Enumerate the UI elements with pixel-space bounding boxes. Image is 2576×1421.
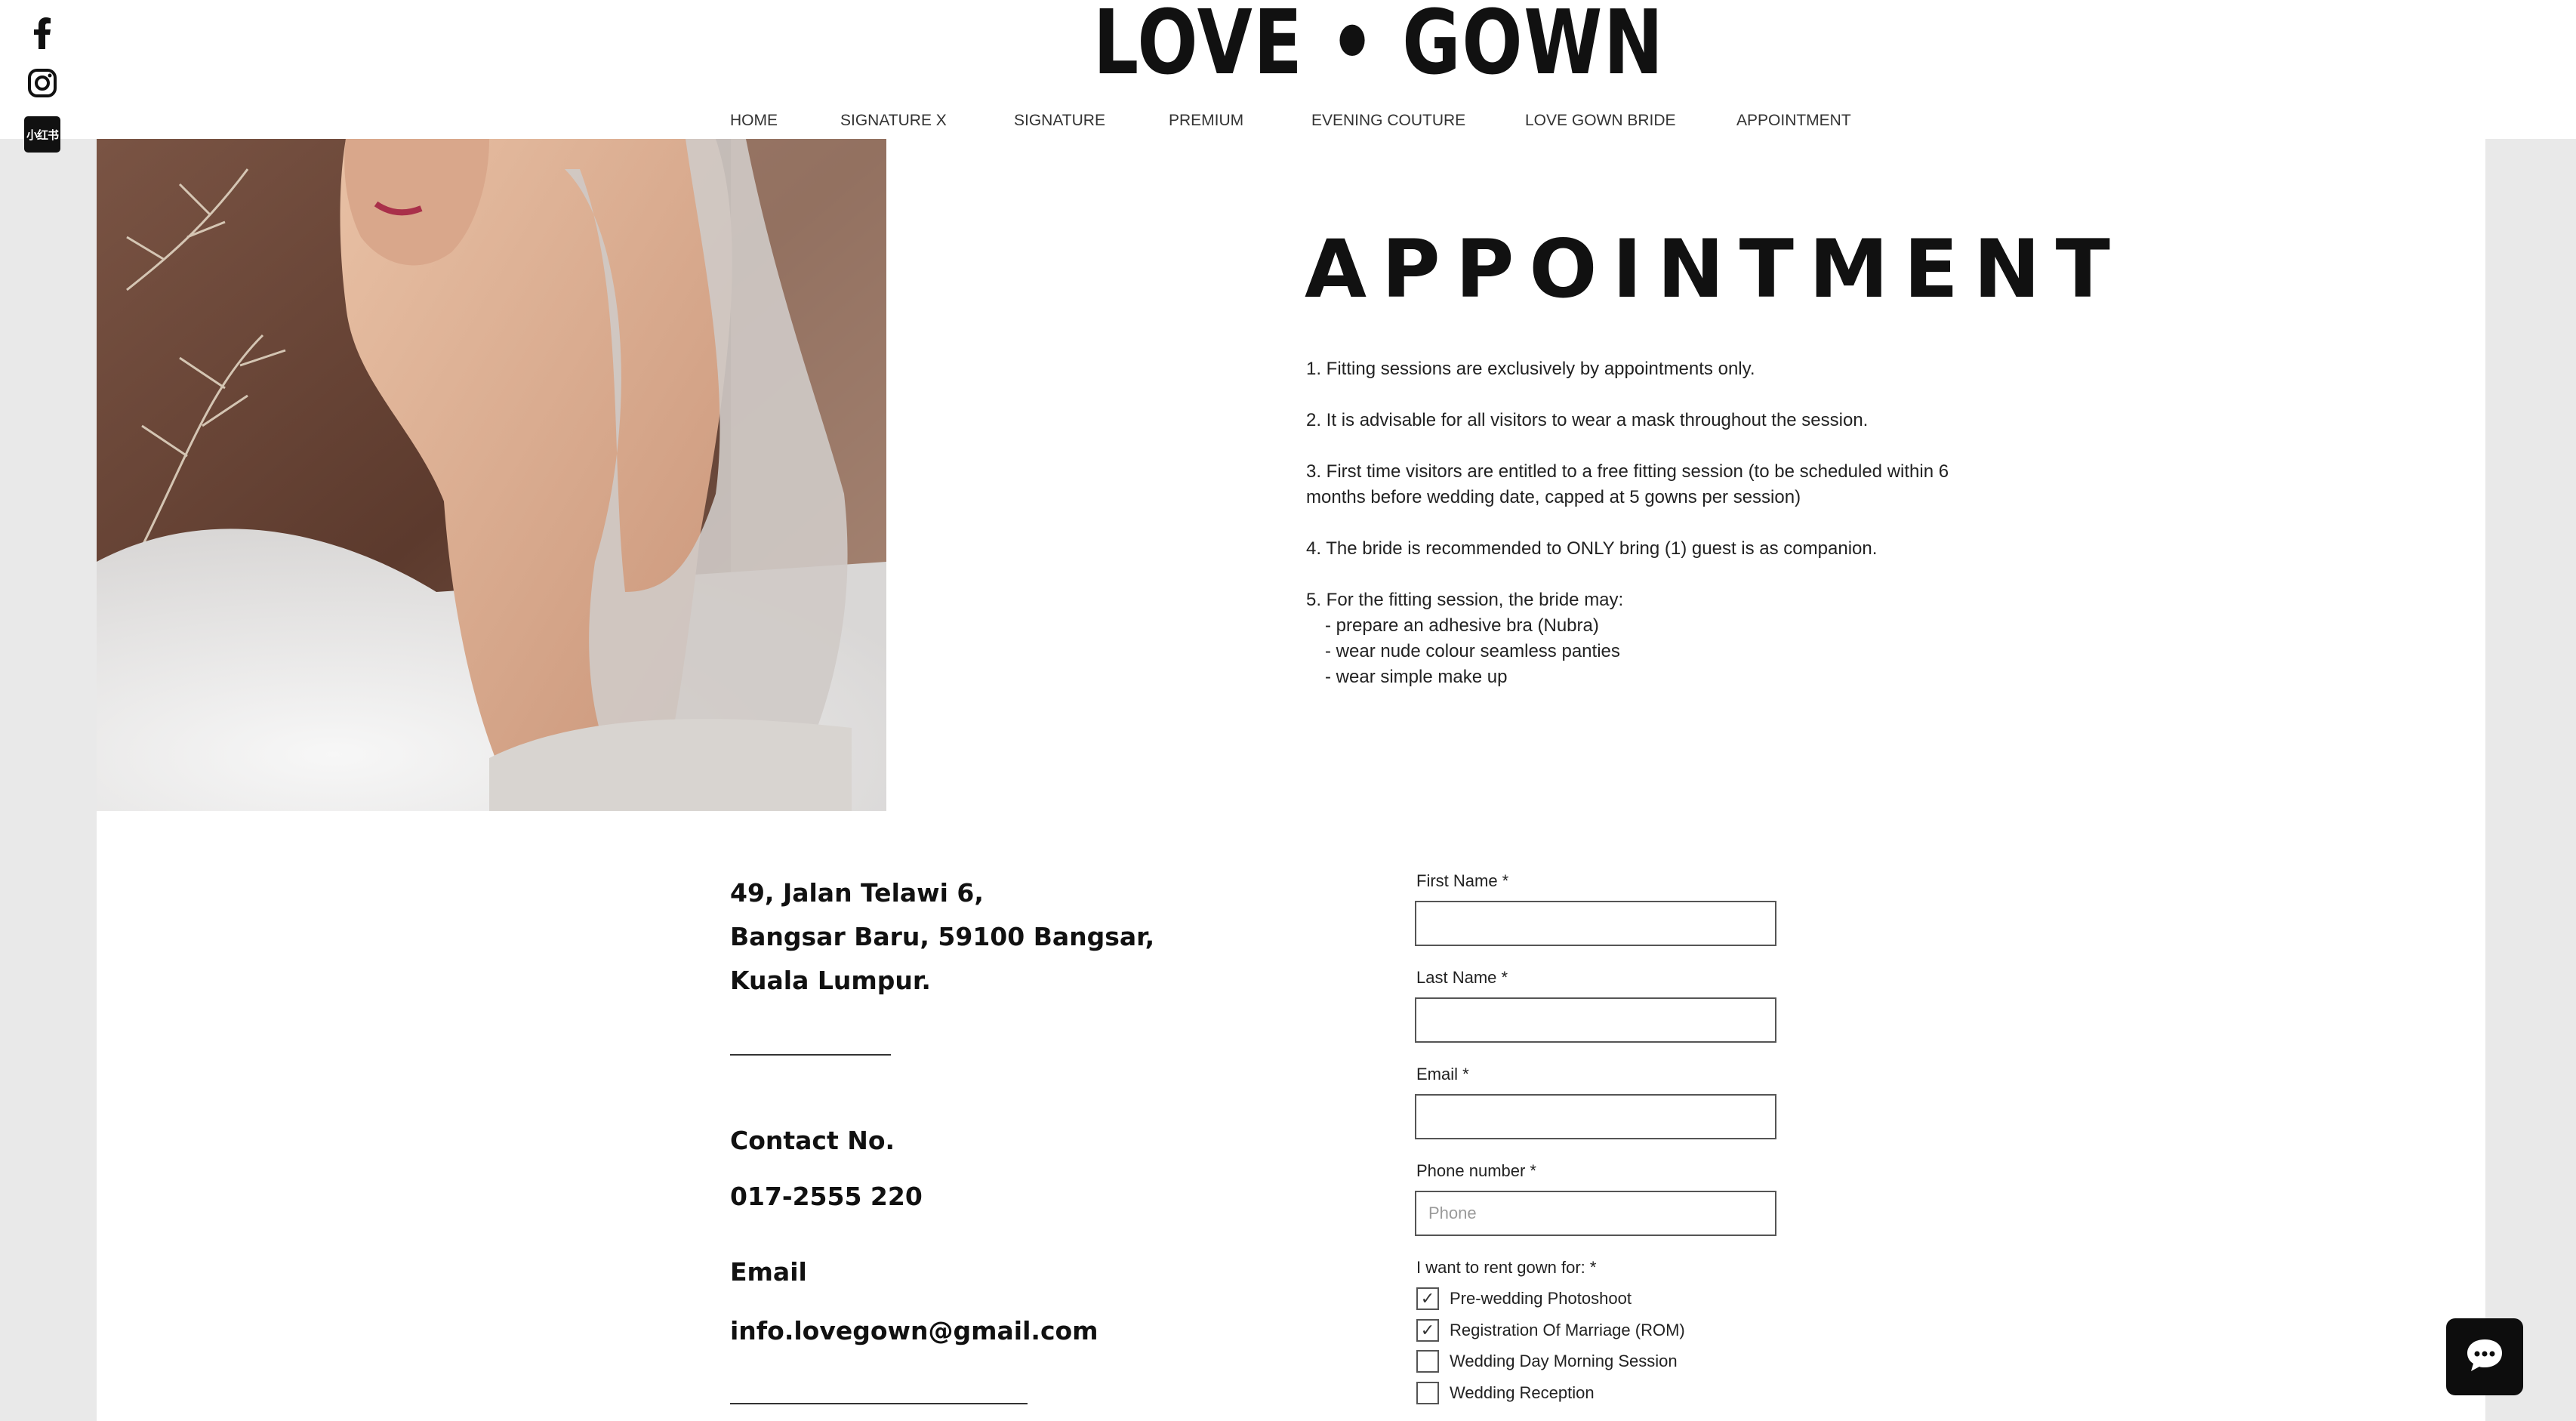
bride-back-photo — [97, 139, 886, 811]
address-line: Kuala Lumpur. — [730, 966, 931, 995]
last-name-field[interactable] — [1415, 997, 1776, 1043]
site-header: LOVE • GOWN HOME SIGNATURE X SIGNATURE P… — [0, 0, 2576, 139]
checkbox-pre-wedding[interactable]: ✓ — [1416, 1287, 1439, 1310]
checkbox-label: Pre-wedding Photoshoot — [1450, 1289, 1632, 1308]
rule-3: 3. First time visitors are entitled to a… — [1306, 461, 1949, 507]
divider — [730, 1403, 1028, 1404]
instagram-icon[interactable] — [24, 65, 60, 101]
rule-5-item: - wear nude colour seamless panties — [1325, 641, 1620, 661]
rent-purpose-label: I want to rent gown for: * — [1416, 1258, 1597, 1277]
page-title: APPOINTMENT — [1305, 223, 2125, 316]
checkbox-label: Wedding Day Morning Session — [1450, 1352, 1678, 1370]
nav-item-love-gown-bride[interactable]: LOVE GOWN BRIDE — [1525, 109, 1676, 132]
checkbox-wedding-reception[interactable] — [1416, 1382, 1439, 1404]
email-field[interactable] — [1415, 1094, 1776, 1139]
facebook-icon[interactable] — [24, 15, 60, 51]
first-name-field[interactable] — [1415, 901, 1776, 946]
rule-1: 1. Fitting sessions are exclusively by a… — [1306, 359, 1755, 379]
nav-item-evening-couture[interactable]: EVENING COUTURE — [1311, 109, 1465, 132]
chat-button[interactable] — [2446, 1318, 2523, 1395]
appointment-rules: 1. Fitting sessions are exclusively by a… — [1306, 356, 1986, 690]
main-nav: HOME SIGNATURE X SIGNATURE PREMIUM EVENI… — [0, 109, 2576, 135]
phone-field[interactable] — [1415, 1191, 1776, 1236]
nav-item-signature[interactable]: SIGNATURE — [1014, 109, 1105, 132]
rule-5-item: - prepare an adhesive bra (Nubra) — [1325, 615, 1599, 636]
email-label: Email * — [1416, 1065, 1469, 1083]
phone-number[interactable]: 017-2555 220 — [730, 1179, 923, 1214]
last-name-label: Last Name * — [1416, 968, 1508, 987]
nav-item-premium[interactable]: PREMIUM — [1169, 109, 1243, 132]
chat-icon — [2465, 1337, 2504, 1377]
first-name-label: First Name * — [1416, 871, 1509, 890]
checkbox-wedding-morning[interactable] — [1416, 1350, 1439, 1373]
email-label: Email — [730, 1257, 807, 1287]
divider — [730, 1054, 891, 1056]
checkbox-label: Registration Of Marriage (ROM) — [1450, 1321, 1685, 1339]
rule-2: 2. It is advisable for all visitors to w… — [1306, 410, 1869, 430]
rule-4: 4. The bride is recommended to ONLY brin… — [1306, 538, 1878, 559]
checkbox-label: Wedding Reception — [1450, 1383, 1595, 1402]
checkbox-rom[interactable]: ✓ — [1416, 1319, 1439, 1342]
address-line: Bangsar Baru, 59100 Bangsar, — [730, 922, 1155, 951]
email-link[interactable]: info.lovegown@gmail.com — [730, 1314, 1098, 1349]
rule-5: 5. For the fitting session, the bride ma… — [1306, 590, 1624, 610]
rule-5-item: - wear simple make up — [1325, 667, 1508, 687]
site-logo[interactable]: LOVE • GOWN — [1093, 0, 1663, 88]
nav-item-appointment[interactable]: APPOINTMENT — [1736, 109, 1851, 132]
address-line: 49, Jalan Telawi 6, — [730, 878, 984, 908]
phone-label: Phone number * — [1416, 1161, 1536, 1180]
nav-item-home[interactable]: HOME — [730, 109, 778, 132]
phone-label: Contact No. — [730, 1126, 895, 1155]
xiaohongshu-icon[interactable]: 小红书 — [24, 116, 60, 153]
nav-item-signature-x[interactable]: SIGNATURE X — [840, 109, 947, 132]
